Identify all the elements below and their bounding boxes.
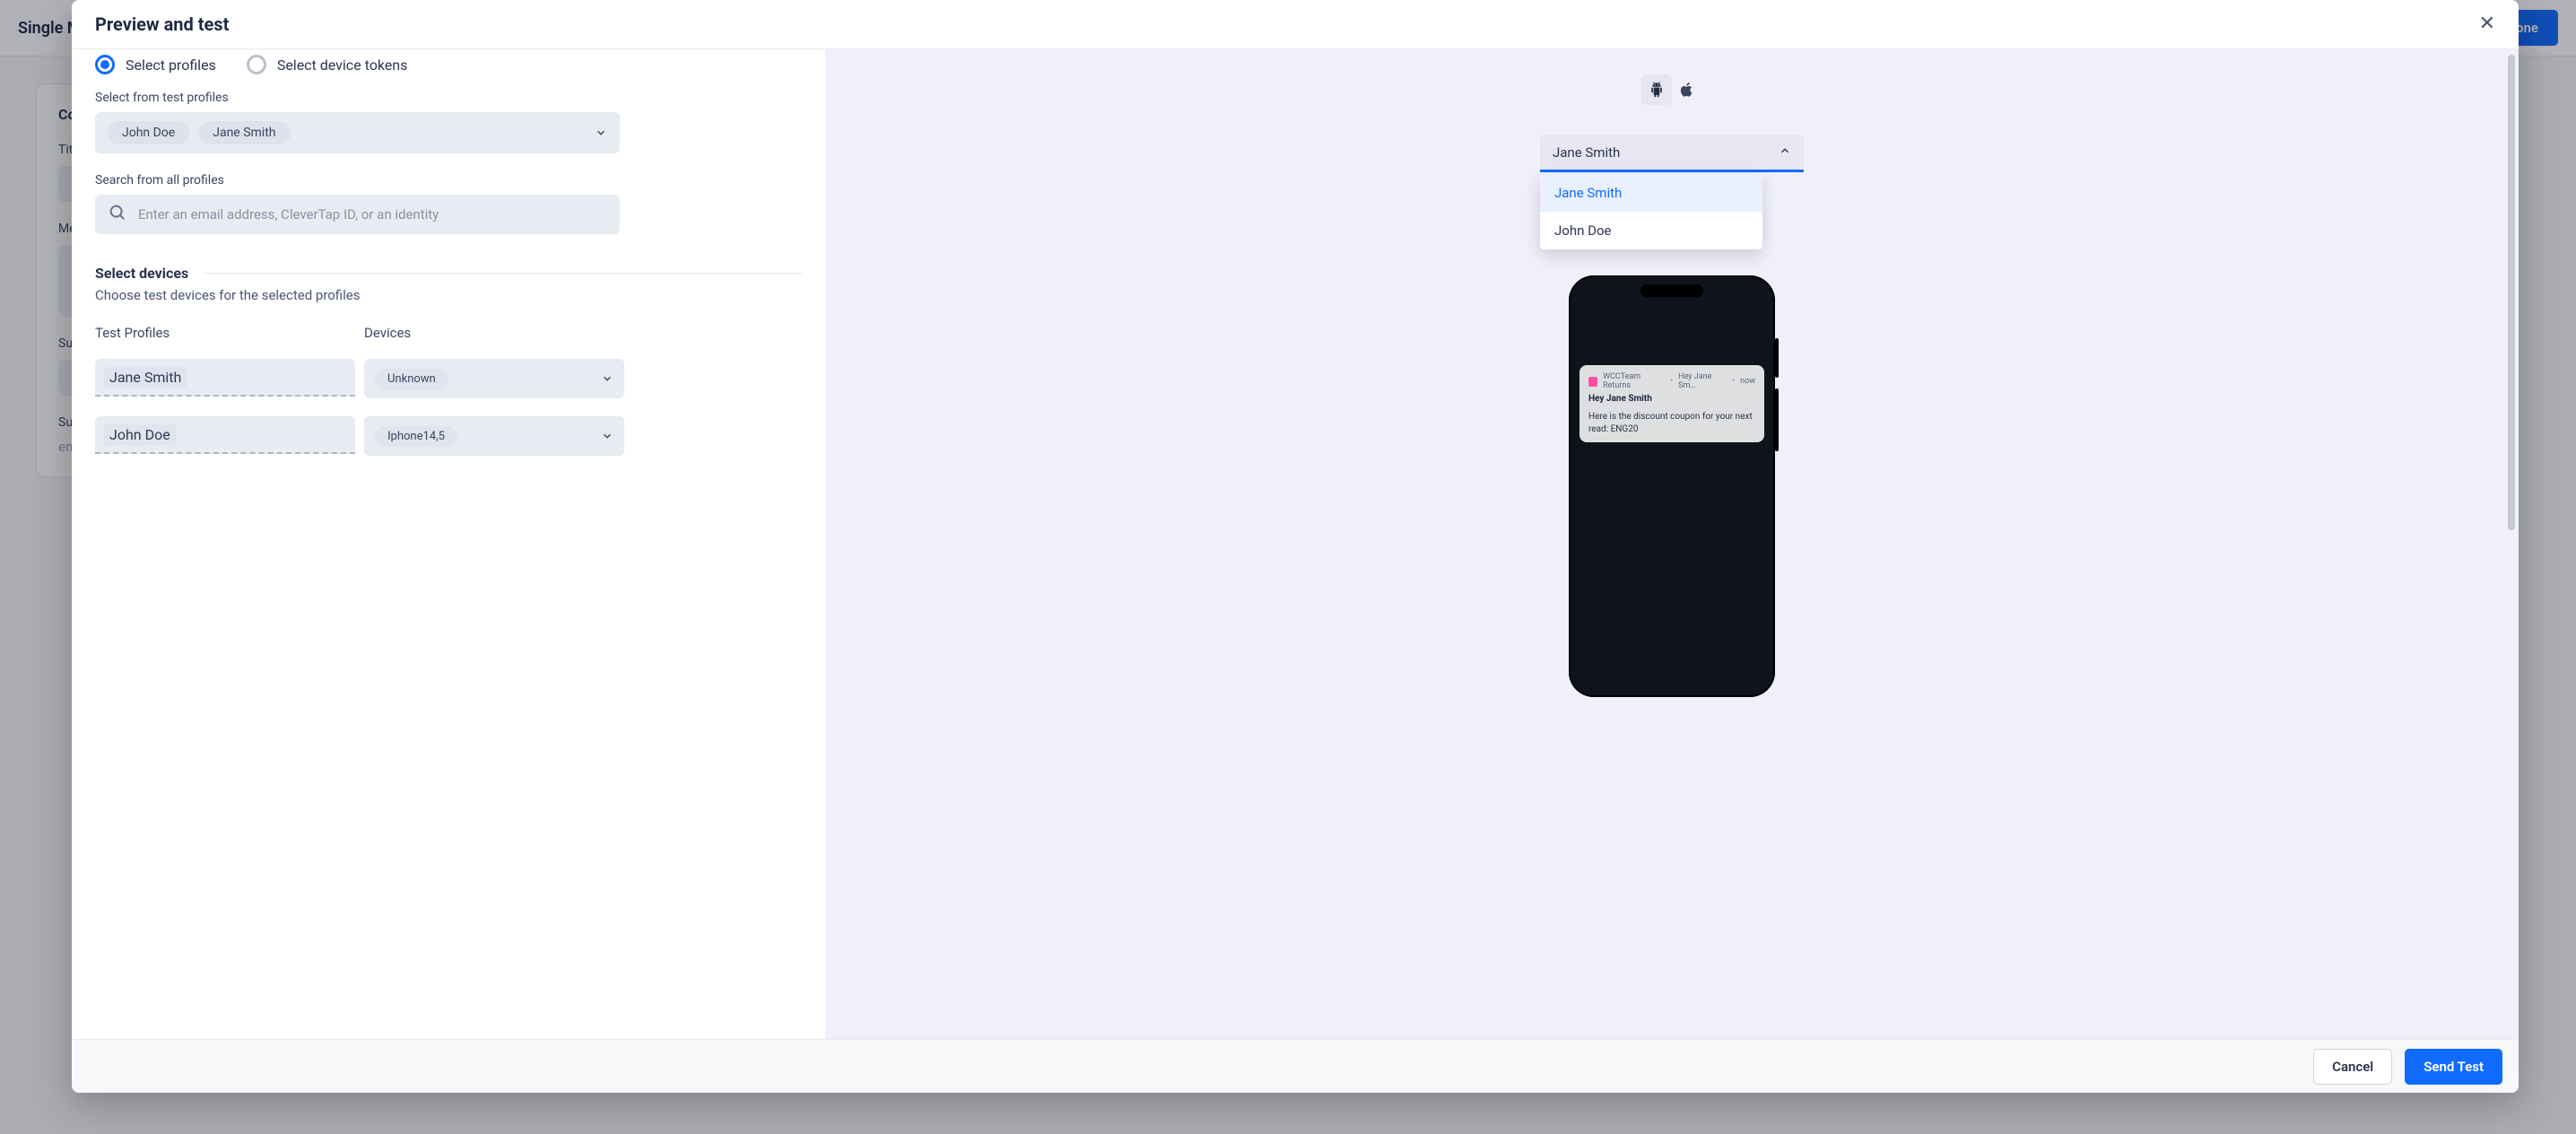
test-profile-cell: Jane Smith	[95, 359, 355, 397]
select-devices-heading-text: Select devices	[95, 265, 188, 282]
app-icon	[1588, 377, 1597, 387]
preview-profile-selected: Jane Smith	[1553, 144, 1620, 161]
os-tabs	[1641, 74, 1702, 105]
modal-body: Select profiles Select device tokens Sel…	[72, 49, 2519, 1039]
modal-preview-pane: Jane Smith Jane Smith John Doe	[825, 49, 2519, 1039]
selection-mode-radios: Select profiles Select device tokens	[95, 55, 802, 74]
device-chip: Iphone14,5	[375, 426, 457, 447]
phone-side-button	[1775, 388, 1779, 451]
test-profile-cell: John Doe	[95, 416, 355, 454]
device-select[interactable]: Unknown	[364, 359, 624, 398]
modal-close-button[interactable]: ✕	[2479, 14, 2495, 34]
chevron-down-icon	[601, 430, 614, 442]
preview-test-modal: Preview and test ✕ Select profiles Selec…	[72, 0, 2519, 1093]
android-icon	[1648, 81, 1666, 99]
radio-dot-icon	[95, 55, 115, 74]
preview-profile-menu: Jane Smith John Doe	[1540, 174, 1762, 249]
apple-icon	[1679, 82, 1695, 98]
separator-dot: •	[1670, 377, 1673, 386]
chevron-down-icon	[601, 372, 614, 385]
radio-dot-icon	[247, 55, 266, 74]
device-chip: Unknown	[375, 369, 448, 389]
modal-left-pane: Select profiles Select device tokens Sel…	[72, 49, 825, 1039]
preview-profile-dropdown[interactable]: Jane Smith	[1540, 135, 1804, 172]
notif-body: Here is the discount coupon for your nex…	[1588, 411, 1755, 435]
modal-overlay: Preview and test ✕ Select profiles Selec…	[0, 0, 2576, 1134]
test-profiles-multiselect[interactable]: John Doe Jane Smith	[95, 112, 620, 153]
phone-side-button	[1775, 338, 1779, 378]
column-header-profiles: Test Profiles	[95, 325, 355, 341]
devices-grid: Test Profiles Devices Jane Smith Unknown…	[95, 325, 802, 456]
radio-select-tokens-label: Select device tokens	[277, 57, 408, 74]
modal-header: Preview and test ✕	[72, 0, 2519, 49]
test-profiles-label: Select from test profiles	[95, 91, 802, 105]
preview-scrollbar[interactable]	[2508, 55, 2515, 530]
select-devices-subtext: Choose test devices for the selected pro…	[95, 287, 802, 303]
divider	[203, 273, 802, 274]
profile-chip[interactable]: Jane Smith	[198, 121, 290, 144]
notif-title: Hey Jane Smith	[1588, 394, 1755, 404]
radio-select-profiles-label: Select profiles	[126, 57, 216, 74]
separator-dot: •	[1732, 377, 1735, 386]
push-notification-preview: WCCTeam Returns • Hey Jane Sm… • now Hey…	[1580, 365, 1764, 442]
test-profile-name: John Doe	[104, 424, 176, 445]
search-icon	[108, 203, 127, 226]
test-profile-name: Jane Smith	[104, 367, 187, 388]
notif-time: now	[1740, 377, 1755, 386]
radio-select-profiles[interactable]: Select profiles	[95, 55, 216, 74]
radio-select-tokens[interactable]: Select device tokens	[247, 55, 408, 74]
notif-app-name: WCCTeam Returns	[1603, 372, 1665, 390]
modal-title: Preview and test	[95, 13, 229, 35]
search-profiles-label: Search from all profiles	[95, 173, 802, 188]
profile-chip[interactable]: John Doe	[108, 121, 189, 144]
tab-android[interactable]	[1641, 74, 1672, 105]
dropdown-item[interactable]: Jane Smith	[1540, 174, 1762, 212]
search-profiles-box[interactable]	[95, 195, 620, 234]
tab-apple[interactable]	[1672, 74, 1702, 105]
notif-subject-abbrev: Hey Jane Sm…	[1678, 372, 1727, 390]
send-test-button[interactable]: Send Test	[2405, 1049, 2502, 1085]
column-header-devices: Devices	[364, 325, 624, 341]
chevron-down-icon	[595, 126, 607, 139]
search-input[interactable]	[138, 206, 607, 222]
modal-footer: Cancel Send Test	[72, 1039, 2519, 1093]
dropdown-item[interactable]: John Doe	[1540, 212, 1762, 249]
phone-mockup: WCCTeam Returns • Hey Jane Sm… • now Hey…	[1569, 275, 1775, 697]
select-devices-heading: Select devices	[95, 265, 802, 282]
device-select[interactable]: Iphone14,5	[364, 416, 624, 456]
cancel-button[interactable]: Cancel	[2313, 1049, 2392, 1085]
chevron-up-icon	[1779, 144, 1791, 161]
